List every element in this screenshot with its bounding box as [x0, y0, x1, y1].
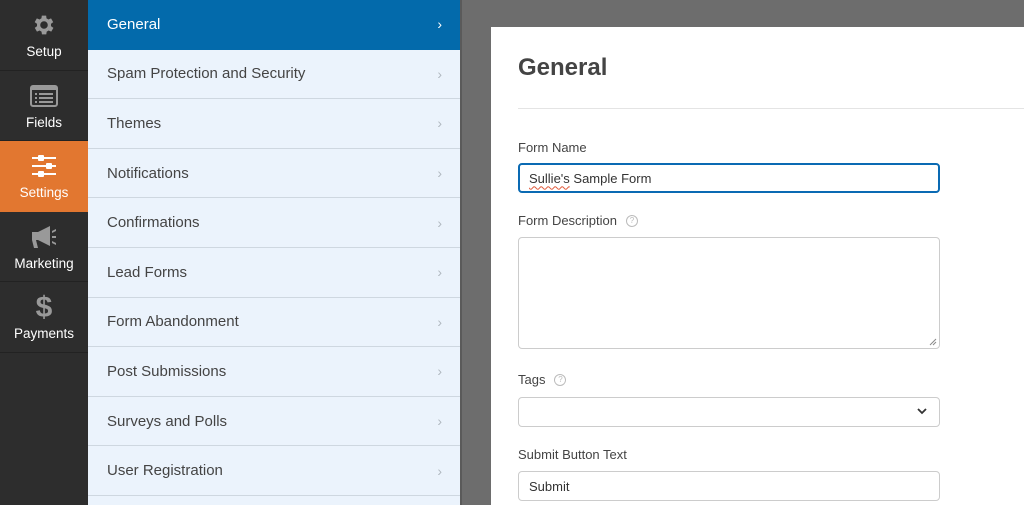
panel-item-label: General — [107, 15, 161, 33]
misspelled-word: Sullie's — [529, 170, 570, 186]
panel-item-confirmations[interactable]: Confirmations › — [88, 198, 460, 248]
form-description-textarea[interactable] — [518, 237, 940, 349]
panel-item-user-registration[interactable]: User Registration › — [88, 446, 460, 496]
panel-item-label: Spam Protection and Security — [107, 65, 306, 83]
page-title: General — [518, 54, 608, 81]
sidebar-item-setup[interactable]: Setup — [0, 0, 88, 71]
panel-item-form-abandonment[interactable]: Form Abandonment › — [88, 298, 460, 348]
submit-button-text-label: Submit Button Text — [518, 447, 627, 462]
settings-content: General Form Name Sullie's Sample Form F… — [464, 0, 1024, 505]
chevron-right-icon: › — [437, 313, 442, 330]
form-description-label-row: Form Description ? — [518, 213, 638, 228]
sidebar-item-label: Marketing — [14, 255, 74, 271]
submit-button-text-input[interactable]: Submit — [518, 471, 940, 501]
chevron-right-icon: › — [437, 413, 442, 430]
title-divider — [518, 108, 1024, 109]
form-name-value: Sample Form — [569, 170, 652, 186]
sliders-icon — [29, 151, 59, 181]
sidebar-item-fields[interactable]: Fields — [0, 71, 88, 141]
panel-item-themes[interactable]: Themes › — [88, 99, 460, 149]
panel-item-general[interactable]: General › — [88, 0, 460, 50]
sidebar-item-label: Setup — [26, 44, 62, 60]
form-name-label: Form Name — [518, 140, 587, 155]
panel-item-label: Post Submissions — [107, 362, 227, 380]
resize-handle-icon[interactable] — [929, 338, 937, 346]
form-name-input[interactable]: Sullie's Sample Form — [518, 163, 940, 193]
chevron-right-icon: › — [437, 115, 442, 132]
submit-button-text-value: Submit — [529, 478, 570, 494]
chevron-right-icon: › — [437, 65, 442, 82]
panel-item-label: Confirmations — [107, 214, 200, 232]
panel-item-label: Form Abandonment — [107, 313, 239, 331]
chevron-down-icon — [917, 408, 927, 415]
chevron-right-icon: › — [437, 462, 442, 479]
chevron-right-icon: › — [437, 264, 442, 281]
panel-item-label: Surveys and Polls — [107, 412, 228, 430]
tags-select[interactable] — [518, 397, 940, 427]
panel-item-surveys-polls[interactable]: Surveys and Polls › — [88, 397, 460, 447]
tags-label-row: Tags ? — [518, 372, 567, 387]
sidebar-item-label: Fields — [25, 114, 62, 130]
panel-item-label: Notifications — [107, 164, 189, 182]
panel-item-label: Themes — [107, 114, 162, 132]
chevron-right-icon: › — [437, 214, 442, 231]
panel-item-post-submissions[interactable]: Post Submissions › — [88, 347, 460, 397]
panel-item-notifications[interactable]: Notifications › — [88, 149, 460, 199]
help-icon[interactable]: ? — [554, 373, 567, 386]
help-icon[interactable]: ? — [625, 214, 638, 227]
sidebar-item-payments[interactable]: $ Payments — [0, 282, 88, 353]
gear-icon — [29, 10, 59, 40]
panel-item-label: Lead Forms — [107, 263, 188, 281]
general-settings-card: General Form Name Sullie's Sample Form F… — [491, 27, 1024, 505]
sidebar-item-label: Settings — [19, 185, 69, 201]
dollar-icon: $ — [29, 292, 59, 322]
sidebar-item-settings[interactable]: Settings — [0, 141, 88, 212]
megaphone-icon — [29, 222, 59, 252]
panel-item-spam-protection[interactable]: Spam Protection and Security › — [88, 50, 460, 100]
form-description-label: Form Description — [518, 213, 617, 228]
chevron-right-icon: › — [437, 16, 442, 33]
sidebar-item-marketing[interactable]: Marketing — [0, 212, 88, 282]
sidebar-item-label: Payments — [13, 326, 75, 342]
panel-item-lead-forms[interactable]: Lead Forms › — [88, 248, 460, 298]
chevron-right-icon: › — [437, 165, 442, 182]
chevron-right-icon: › — [437, 363, 442, 380]
panel-item-label: User Registration — [107, 462, 223, 480]
svg-text:$: $ — [36, 292, 53, 322]
fields-list-icon — [29, 81, 59, 111]
tags-label: Tags — [518, 372, 546, 387]
builder-sidebar: Setup Fields Settings Marketing $ Paymen… — [0, 0, 88, 505]
settings-sections-panel: General › Spam Protection and Security ›… — [88, 0, 462, 505]
